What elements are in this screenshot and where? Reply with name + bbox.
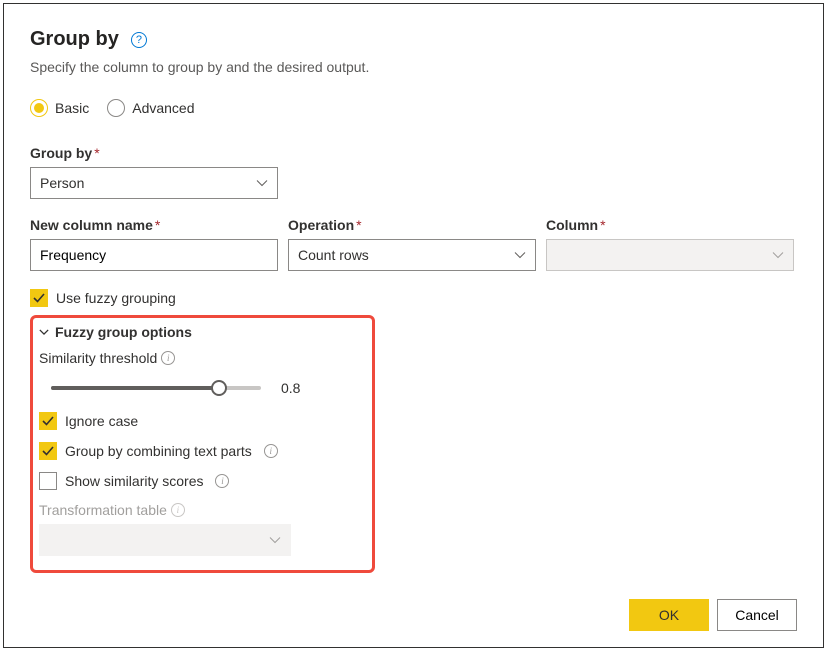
radio-icon bbox=[107, 99, 125, 117]
info-icon[interactable]: i bbox=[161, 351, 175, 365]
radio-advanced[interactable]: Advanced bbox=[107, 99, 194, 117]
check-icon bbox=[42, 415, 54, 427]
use-fuzzy-label: Use fuzzy grouping bbox=[56, 290, 176, 306]
ignore-case-label: Ignore case bbox=[65, 413, 138, 429]
radio-basic-label: Basic bbox=[55, 100, 89, 116]
chevron-down-icon bbox=[772, 249, 784, 261]
ok-button[interactable]: OK bbox=[629, 599, 709, 631]
new-column-input[interactable] bbox=[30, 239, 278, 271]
group-by-value: Person bbox=[40, 175, 84, 191]
transformation-table-select bbox=[39, 524, 291, 556]
show-similarity-scores-checkbox[interactable] bbox=[39, 472, 57, 490]
combine-text-parts-checkbox[interactable] bbox=[39, 442, 57, 460]
combine-text-parts-label: Group by combining text parts bbox=[65, 443, 252, 459]
new-column-field[interactable] bbox=[40, 240, 268, 270]
fuzzy-options-panel: Fuzzy group options Similarity threshold… bbox=[30, 315, 375, 573]
info-icon[interactable]: i bbox=[264, 444, 278, 458]
column-label: Column* bbox=[546, 217, 794, 233]
operation-select[interactable]: Count rows bbox=[288, 239, 536, 271]
group-by-label: Group by* bbox=[30, 145, 797, 161]
info-icon: i bbox=[171, 503, 185, 517]
help-icon[interactable]: ? bbox=[131, 32, 147, 48]
fuzzy-options-header[interactable]: Fuzzy group options bbox=[37, 324, 362, 340]
slider-fill bbox=[51, 386, 219, 390]
similarity-threshold-value: 0.8 bbox=[281, 380, 300, 396]
similarity-threshold-label: Similarity threshold i bbox=[39, 350, 362, 366]
group-by-select[interactable]: Person bbox=[30, 167, 278, 199]
ignore-case-checkbox[interactable] bbox=[39, 412, 57, 430]
check-icon bbox=[42, 445, 54, 457]
radio-icon bbox=[30, 99, 48, 117]
dialog-subtitle: Specify the column to group by and the d… bbox=[30, 59, 797, 75]
new-column-label: New column name* bbox=[30, 217, 278, 233]
operation-value: Count rows bbox=[298, 247, 369, 263]
similarity-threshold-slider[interactable] bbox=[51, 386, 261, 390]
chevron-down-icon bbox=[39, 327, 49, 337]
chevron-down-icon bbox=[269, 534, 281, 546]
radio-basic[interactable]: Basic bbox=[30, 99, 89, 117]
check-icon bbox=[33, 292, 45, 304]
chevron-down-icon bbox=[256, 177, 268, 189]
operation-label: Operation* bbox=[288, 217, 536, 233]
group-by-dialog: Group by ? Specify the column to group b… bbox=[3, 3, 824, 648]
slider-thumb[interactable] bbox=[211, 380, 227, 396]
show-similarity-scores-label: Show similarity scores bbox=[65, 473, 203, 489]
chevron-down-icon bbox=[514, 249, 526, 261]
info-icon[interactable]: i bbox=[215, 474, 229, 488]
use-fuzzy-checkbox[interactable] bbox=[30, 289, 48, 307]
column-select bbox=[546, 239, 794, 271]
transformation-table-label: Transformation table i bbox=[39, 502, 362, 518]
dialog-title: Group by bbox=[30, 28, 119, 51]
cancel-button[interactable]: Cancel bbox=[717, 599, 797, 631]
radio-advanced-label: Advanced bbox=[132, 100, 194, 116]
